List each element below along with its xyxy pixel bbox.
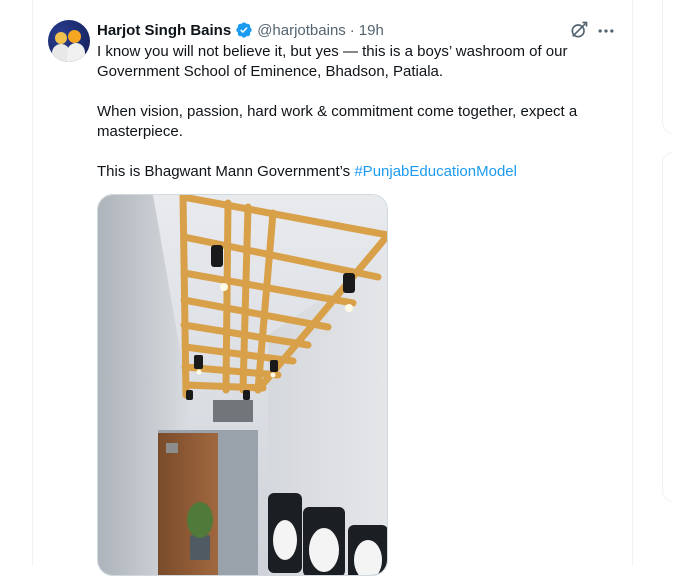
tweet-paragraph-2: When vision, passion, hard work & commit… — [97, 103, 578, 140]
washroom-photo — [98, 195, 387, 575]
tweet-photo[interactable] — [97, 194, 388, 576]
tweet-header: Harjot Singh Bains @harjotbains · 19h — [97, 19, 384, 41]
timestamp[interactable]: 19h — [359, 22, 384, 39]
verified-badge-icon — [236, 22, 252, 38]
user-handle[interactable]: @harjotbains — [257, 22, 346, 39]
sidebar-card-bottom — [662, 152, 673, 502]
tweet-text: I know you will not believe it, but yes … — [97, 42, 617, 182]
tweet-paragraph-1: I know you will not believe it, but yes … — [97, 43, 568, 80]
more-options-icon[interactable] — [596, 21, 616, 41]
tweet-paragraph-3: This is Bhagwant Mann Government’s #Punj… — [97, 162, 617, 182]
grok-icon[interactable] — [569, 20, 589, 40]
separator-dot: · — [349, 21, 355, 39]
hashtag-link[interactable]: #PunjabEducationModel — [354, 163, 517, 180]
sidebar-card-top — [662, 0, 673, 134]
display-name[interactable]: Harjot Singh Bains — [97, 22, 231, 39]
tweet-paragraph-3-text: This is Bhagwant Mann Government’s — [97, 163, 355, 180]
avatar[interactable] — [48, 20, 90, 62]
